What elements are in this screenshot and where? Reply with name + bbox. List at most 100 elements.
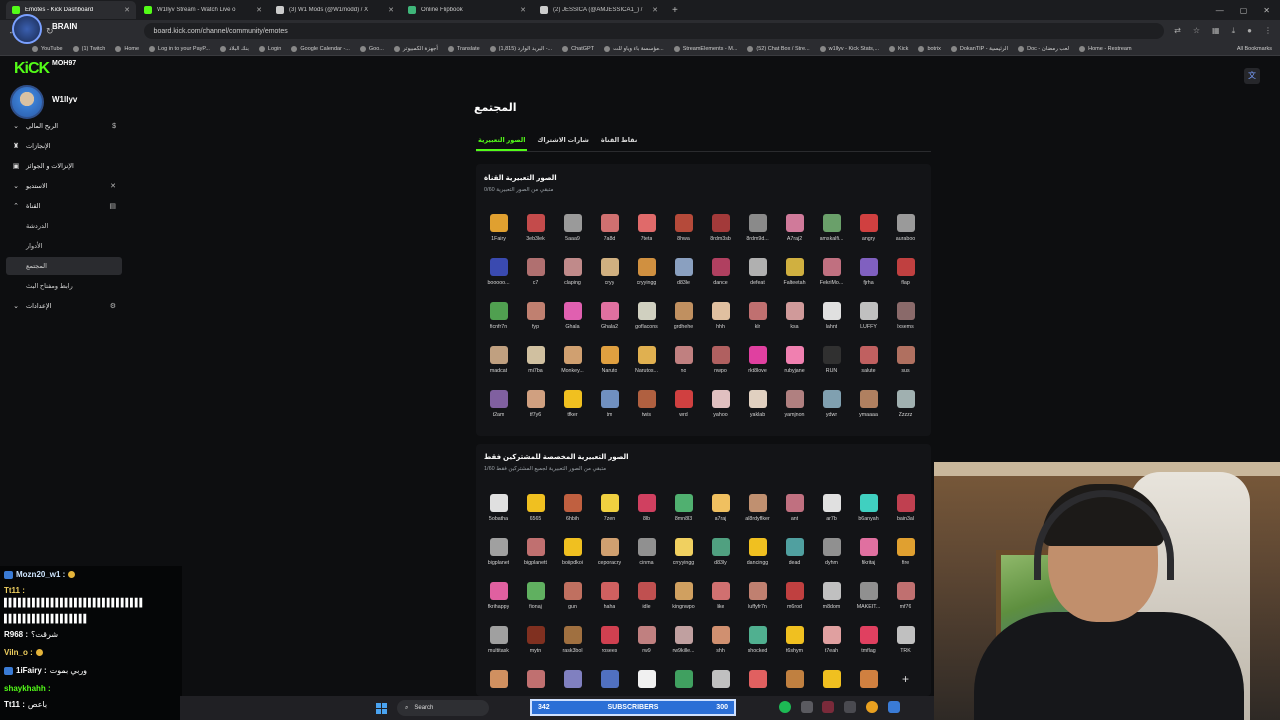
emote-item[interactable]: RUN xyxy=(813,340,850,384)
emote-item[interactable]: booooo... xyxy=(480,252,517,296)
emote-item[interactable]: yahoo xyxy=(702,384,739,428)
emote-item[interactable]: no xyxy=(665,340,702,384)
emote-item[interactable]: rosees xyxy=(591,620,628,664)
emote-item[interactable]: Naruto xyxy=(591,340,628,384)
close-tab-icon[interactable]: ✕ xyxy=(388,6,394,14)
emote-item[interactable]: ar7b xyxy=(813,488,850,532)
sidebar-item-community[interactable]: المجتمع xyxy=(6,257,122,275)
all-bookmarks-link[interactable]: All Bookmarks xyxy=(1237,46,1280,52)
emote-item[interactable]: tfker xyxy=(554,384,591,428)
emote-item[interactable]: claping xyxy=(554,252,591,296)
emote-item[interactable]: a7raj xyxy=(702,488,739,532)
emote-item[interactable]: A7raj2 xyxy=(776,208,813,252)
emote-item[interactable]: t6shym xyxy=(776,620,813,664)
bookmark-item[interactable]: w1llyv - Kick Stats,... xyxy=(819,45,879,52)
emote-item[interactable]: cinma xyxy=(628,532,665,576)
emote-item[interactable]: bigplanet xyxy=(480,532,517,576)
emote-item[interactable]: dead xyxy=(776,532,813,576)
menu-icon[interactable]: ⋮ xyxy=(1264,26,1272,36)
emote-item[interactable]: c7 xyxy=(517,252,554,296)
url-field[interactable]: board.kick.com/channel/community/emotes xyxy=(143,23,1165,39)
bookmark-item[interactable]: Goo... xyxy=(359,45,384,52)
emote-item[interactable]: dyhm xyxy=(813,532,850,576)
emote-item[interactable]: t7eah xyxy=(813,620,850,664)
emote-item[interactable]: tmflag xyxy=(850,620,887,664)
emote-item[interactable]: 6565 xyxy=(517,488,554,532)
bookmark-item[interactable]: YouTube xyxy=(32,45,63,52)
emote-item[interactable]: 7teta xyxy=(628,208,665,252)
tab-subscriber-badges[interactable]: شارات الاشتراك xyxy=(535,132,590,151)
emote-item[interactable]: fyp xyxy=(517,296,554,340)
emote-item[interactable]: t2am xyxy=(480,384,517,428)
emote-item[interactable]: ant xyxy=(776,488,813,532)
bookmark-item[interactable]: Kick xyxy=(889,45,908,52)
app-icon[interactable] xyxy=(801,701,813,713)
emote-item[interactable]: boiipdkoi xyxy=(554,532,591,576)
emote-item[interactable]: al8rdyflker xyxy=(739,488,776,532)
emote-item[interactable]: 7zen xyxy=(591,488,628,532)
emote-item[interactable]: 8rdm3sb xyxy=(702,208,739,252)
emote-item[interactable]: lahnt xyxy=(813,296,850,340)
emote-item[interactable]: fkrihappy xyxy=(480,576,517,620)
emote-item[interactable]: kingnwpo xyxy=(665,576,702,620)
sidebar-item-settings[interactable]: ⌄ الإعدادات ⚙ xyxy=(6,297,122,315)
emote-item[interactable]: sus xyxy=(887,340,924,384)
bookmark-item[interactable]: ChatGPT xyxy=(562,45,594,52)
emote-item[interactable]: 1Fairy xyxy=(480,208,517,252)
emote-item[interactable]: goflacons xyxy=(628,296,665,340)
bookmark-item[interactable]: (1,815) البريد الوارد -... xyxy=(489,45,552,52)
bookmark-item[interactable]: Translate xyxy=(447,45,480,52)
bookmark-item[interactable]: botrix xyxy=(918,45,941,52)
close-tab-icon[interactable]: ✕ xyxy=(652,6,658,14)
emote-item[interactable]: Narutos... xyxy=(628,340,665,384)
emote-item[interactable]: nwpo xyxy=(702,340,739,384)
close-tab-icon[interactable]: ✕ xyxy=(520,6,526,14)
emote-item[interactable]: tm xyxy=(591,384,628,428)
close-window-icon[interactable]: ✕ xyxy=(1263,6,1270,15)
emote-item[interactable]: shh xyxy=(702,620,739,664)
sidebar-item-drops[interactable]: ▣ الإنزالات و الجوائز xyxy=(6,157,122,175)
emote-item[interactable]: b6anyah xyxy=(850,488,887,532)
emote-item[interactable]: twis xyxy=(628,384,665,428)
bookmark-item[interactable]: أجهزة الكمبيوتر xyxy=(393,45,438,52)
emote-item[interactable]: ydwr xyxy=(813,384,850,428)
bookmark-item[interactable]: مؤسسة باء وياو للت... xyxy=(604,45,664,52)
emote-item[interactable]: mi7ba xyxy=(517,340,554,384)
emote-item[interactable]: like xyxy=(702,576,739,620)
profile-icon[interactable]: ● xyxy=(1247,26,1252,36)
emote-item[interactable]: rkt8love xyxy=(739,340,776,384)
sidebar-item-monetization[interactable]: ⌄ الربح المالي $ xyxy=(6,117,122,135)
emote-item[interactable]: auraboo xyxy=(887,208,924,252)
emote-item[interactable]: klr xyxy=(739,296,776,340)
sidebar-item-chat[interactable]: الدردشة xyxy=(6,217,122,235)
browser-tab[interactable]: (3) W1 Mods (@W1modd) / X ✕ xyxy=(270,1,400,19)
emote-item[interactable]: amskalfi... xyxy=(813,208,850,252)
new-tab-button[interactable]: + xyxy=(666,5,684,16)
bookmark-item[interactable]: Google Calendar -... xyxy=(291,45,350,52)
emote-item[interactable]: LUFFY xyxy=(850,296,887,340)
bookmark-item[interactable]: Home - Restream xyxy=(1079,45,1132,52)
emote-item[interactable]: lxsems xyxy=(887,296,924,340)
browser-tab[interactable]: Online Flipbook ✕ xyxy=(402,1,532,19)
emote-item[interactable]: idle xyxy=(628,576,665,620)
emote-item[interactable]: dancingg xyxy=(739,532,776,576)
emote-item[interactable]: rw9kille... xyxy=(665,620,702,664)
emote-item[interactable]: fikritaj xyxy=(850,532,887,576)
emote-item[interactable]: rask3bol xyxy=(554,620,591,664)
emote-item[interactable]: fjrha xyxy=(850,252,887,296)
bookmark-item[interactable]: بنك البلاد xyxy=(219,45,249,52)
emote-item[interactable]: Ghala2 xyxy=(591,296,628,340)
emote-item[interactable]: shocked xyxy=(739,620,776,664)
downloads-icon[interactable]: ⤓ xyxy=(1232,26,1236,36)
sidebar-item-stream-key[interactable]: رابط ومفتاح البث xyxy=(6,277,122,295)
tab-emotes[interactable]: الصور التعبيرية xyxy=(476,132,528,151)
emote-item[interactable]: ymaaaa xyxy=(850,384,887,428)
emote-item[interactable]: fire xyxy=(887,532,924,576)
emote-item[interactable]: ceporacry xyxy=(591,532,628,576)
emote-item[interactable]: 8lb xyxy=(628,488,665,532)
close-tab-icon[interactable]: ✕ xyxy=(124,6,130,14)
star-icon[interactable]: ☆ xyxy=(1193,26,1200,36)
emote-item[interactable]: flap xyxy=(887,252,924,296)
close-tab-icon[interactable]: ✕ xyxy=(256,6,262,14)
bookmark-item[interactable]: Doc - لعب رمضان xyxy=(1018,45,1069,52)
